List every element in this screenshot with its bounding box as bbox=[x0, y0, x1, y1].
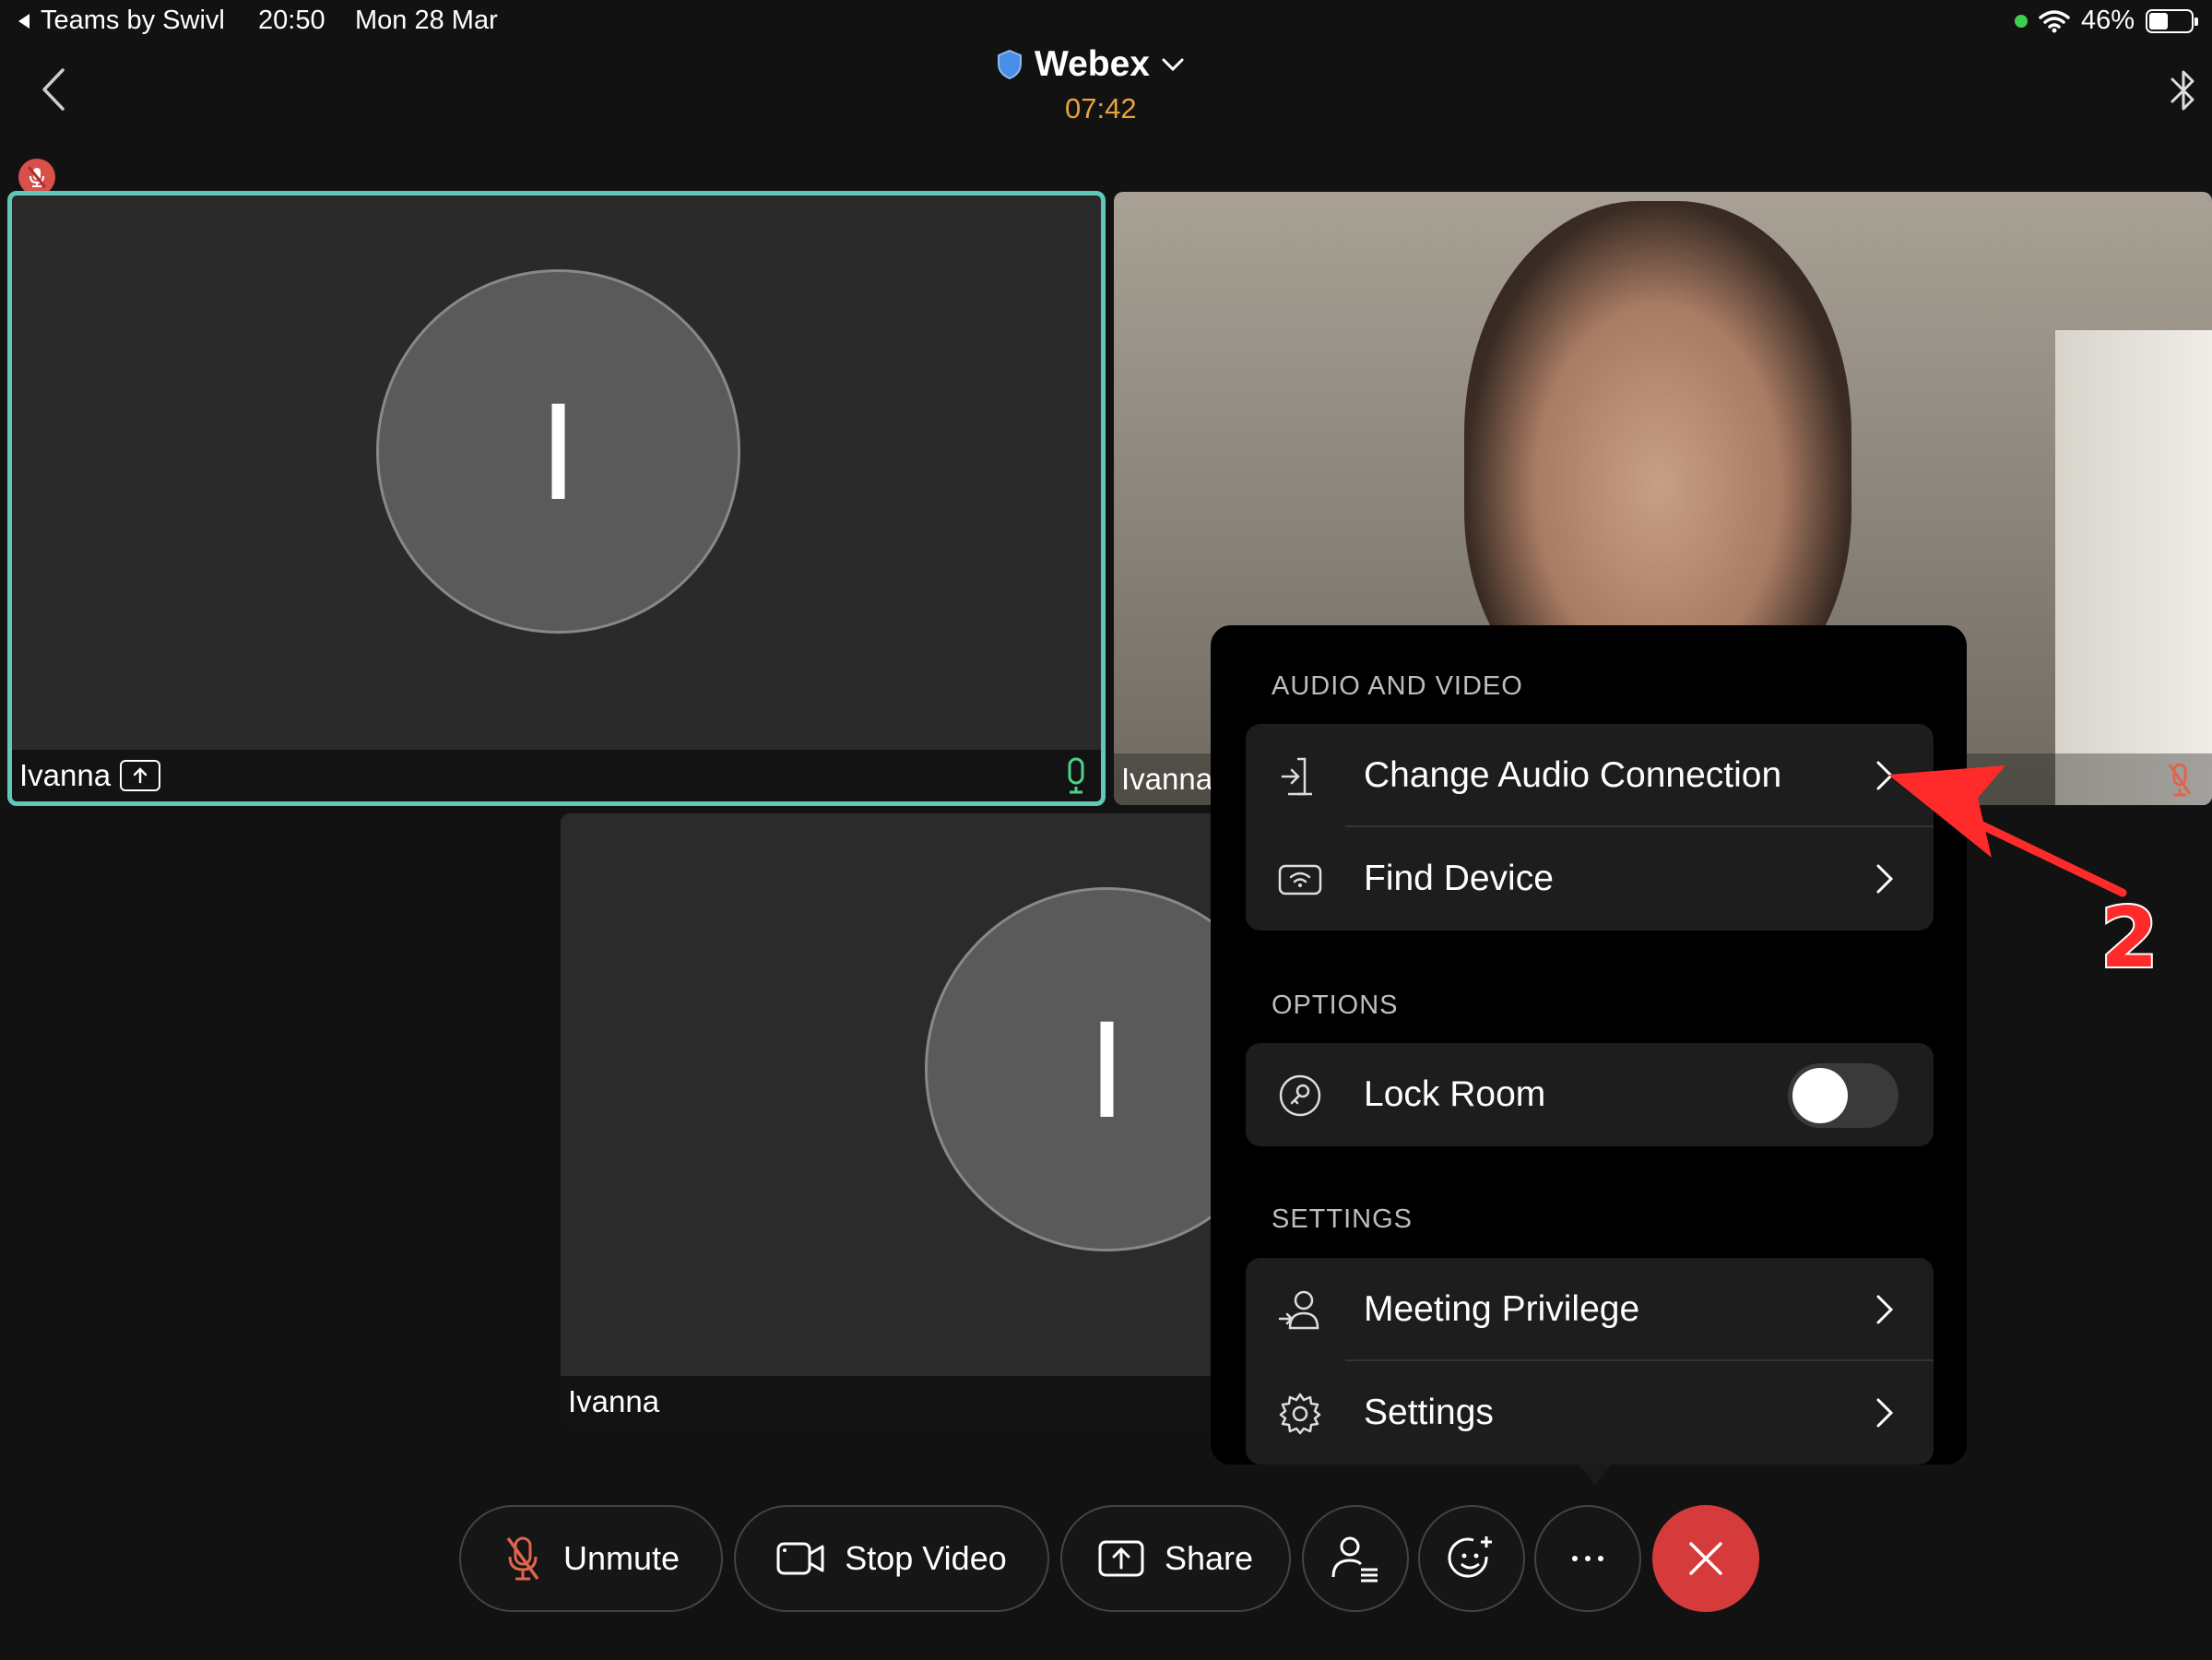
shield-icon bbox=[998, 49, 1022, 80]
stop-video-label: Stop Video bbox=[845, 1539, 1007, 1577]
battery-percent: 46% bbox=[2080, 6, 2135, 35]
audio-video-group: Change Audio Connection Find Device bbox=[1246, 724, 1934, 931]
menu-item-meeting-privilege[interactable]: Meeting Privilege bbox=[1246, 1258, 1934, 1361]
bluetooth-icon bbox=[2171, 70, 2194, 111]
stop-video-button[interactable]: Stop Video bbox=[734, 1505, 1049, 1612]
share-screen-icon bbox=[1098, 1540, 1144, 1577]
more-horizontal-icon bbox=[1572, 1556, 1603, 1561]
mic-active-icon bbox=[1068, 757, 1084, 794]
battery-fill bbox=[2149, 12, 2169, 30]
participant-name-bar: Ivanna bbox=[12, 750, 1101, 801]
annotation-arrow-icon bbox=[1888, 765, 2127, 897]
background-wall bbox=[2055, 330, 2212, 805]
meeting-title: Webex bbox=[1035, 44, 1150, 84]
status-bar: Teams by Swivl 20:50 Mon 28 Mar 46% bbox=[0, 0, 2212, 41]
gear-icon bbox=[1279, 1393, 1321, 1435]
menu-item-change-audio-connection[interactable]: Change Audio Connection bbox=[1246, 724, 1934, 827]
end-call-button[interactable] bbox=[1652, 1505, 1759, 1612]
back-triangle-icon bbox=[18, 13, 30, 29]
settings-group: Meeting Privilege Settings bbox=[1246, 1258, 1934, 1464]
participant-name: Ivanna bbox=[568, 1384, 660, 1418]
video-camera-icon bbox=[776, 1542, 824, 1575]
participant-name: Ivanna bbox=[19, 758, 112, 792]
status-time: 20:50 bbox=[258, 6, 325, 35]
user-privilege-icon bbox=[1278, 1290, 1319, 1330]
avatar: I bbox=[376, 269, 740, 634]
lock-room-icon bbox=[1279, 1074, 1321, 1117]
menu-item-label: Meeting Privilege bbox=[1364, 1289, 1640, 1329]
audio-connection-icon bbox=[1281, 757, 1312, 796]
battery-icon bbox=[2146, 8, 2198, 33]
annotation-step-number: 2 bbox=[2099, 888, 2160, 989]
back-button[interactable] bbox=[37, 66, 74, 113]
more-options-button[interactable] bbox=[1534, 1505, 1641, 1612]
participants-button[interactable] bbox=[1302, 1505, 1409, 1612]
chevron-right-icon bbox=[1876, 1295, 1894, 1324]
share-button[interactable]: Share bbox=[1060, 1505, 1291, 1612]
menu-item-label: Lock Room bbox=[1364, 1074, 1546, 1114]
mic-off-icon bbox=[506, 1536, 539, 1581]
mic-off-icon bbox=[27, 166, 47, 188]
upload-arrow-icon bbox=[133, 767, 148, 784]
menu-item-settings[interactable]: Settings bbox=[1246, 1361, 1934, 1464]
unmute-button[interactable]: Unmute bbox=[459, 1505, 723, 1612]
chevron-right-icon bbox=[1876, 1398, 1894, 1428]
popover-caret bbox=[1579, 1464, 1612, 1485]
unmute-label: Unmute bbox=[562, 1539, 680, 1577]
self-muted-badge bbox=[18, 159, 55, 196]
status-date: Mon 28 Mar bbox=[355, 6, 498, 35]
close-icon bbox=[1689, 1542, 1722, 1575]
section-title-options: OPTIONS bbox=[1272, 990, 1399, 1020]
chevron-left-icon bbox=[42, 68, 65, 111]
menu-item-label: Change Audio Connection bbox=[1364, 755, 1782, 795]
menu-item-find-device[interactable]: Find Device bbox=[1246, 827, 1934, 931]
chevron-down-icon bbox=[1162, 58, 1184, 72]
participants-icon bbox=[1331, 1536, 1378, 1583]
sharing-badge bbox=[120, 760, 161, 791]
section-title-settings: SETTINGS bbox=[1272, 1204, 1414, 1234]
section-title-audio-video: AUDIO AND VIDEO bbox=[1272, 671, 1523, 701]
reactions-icon bbox=[1448, 1536, 1492, 1578]
back-app-label: Teams by Swivl bbox=[41, 6, 225, 35]
wifi-icon bbox=[2039, 9, 2070, 32]
green-dot-icon bbox=[2014, 14, 2028, 28]
more-options-menu: AUDIO AND VIDEO Change Audio Connection … bbox=[1211, 625, 1967, 1464]
options-group: Lock Room bbox=[1246, 1043, 1934, 1146]
wireless-device-icon bbox=[1278, 864, 1322, 895]
menu-item-label: Settings bbox=[1364, 1393, 1494, 1432]
meeting-timer: 07:42 bbox=[1065, 92, 1137, 125]
reactions-button[interactable] bbox=[1418, 1505, 1525, 1612]
meeting-title-dropdown[interactable]: Webex bbox=[996, 44, 1185, 85]
participant-name: Ivanna bbox=[1121, 762, 1213, 796]
lock-room-toggle[interactable] bbox=[1788, 1063, 1899, 1128]
share-label: Share bbox=[1164, 1539, 1254, 1577]
status-right: 46% bbox=[2014, 6, 2198, 36]
bluetooth-button[interactable] bbox=[2167, 66, 2200, 114]
call-controls: Unmute Stop Video Share bbox=[0, 1494, 2212, 1623]
toggle-knob bbox=[1792, 1068, 1848, 1123]
menu-item-label: Find Device bbox=[1364, 859, 1554, 898]
menu-item-lock-room[interactable]: Lock Room bbox=[1246, 1043, 1934, 1146]
back-to-app[interactable]: Teams by Swivl bbox=[17, 6, 225, 36]
mic-muted-icon bbox=[2168, 763, 2192, 797]
video-tile-active-speaker[interactable]: I Ivanna bbox=[7, 191, 1106, 806]
